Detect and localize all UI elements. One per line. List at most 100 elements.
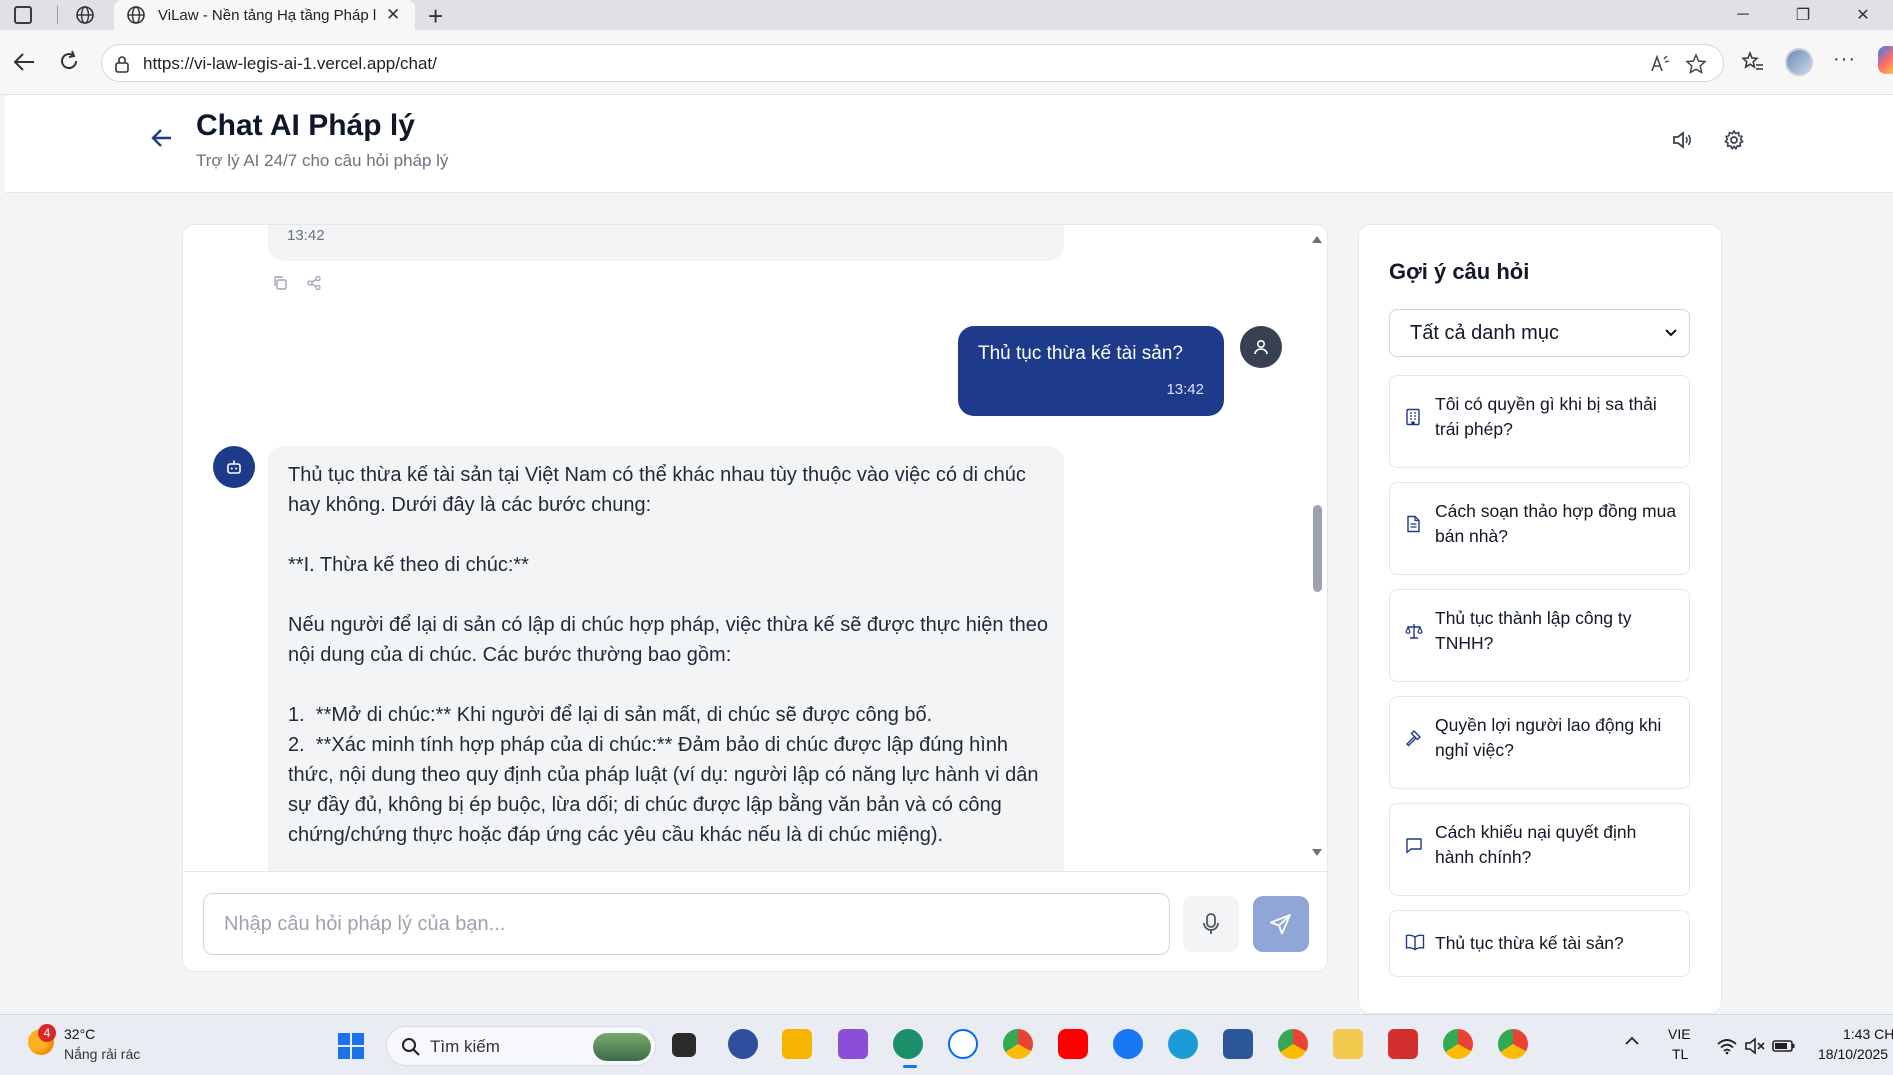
tab-favicon-globe-icon	[127, 6, 145, 24]
scrollbar-thumb[interactable]	[1313, 505, 1322, 592]
suggestion-item[interactable]: Cách khiếu nại quyết định hành chính?	[1389, 803, 1690, 896]
share-icon[interactable]	[306, 275, 322, 291]
workspaces-globe-icon[interactable]	[75, 5, 95, 25]
tab-actions-icon[interactable]	[14, 6, 32, 24]
suggestion-item[interactable]: Thủ tục thừa kế tài sản?	[1389, 910, 1690, 977]
search-label: Tìm kiếm	[430, 1037, 500, 1056]
wifi-icon[interactable]	[1716, 1037, 1738, 1055]
suggestion-text: Quyền lợi người lao động khi nghỉ việc?	[1435, 715, 1662, 760]
facebook-icon[interactable]	[1113, 1029, 1143, 1059]
copilot-icon[interactable]	[1878, 46, 1893, 74]
message-icon	[1406, 838, 1422, 854]
speaker-icon[interactable]	[1671, 130, 1693, 150]
zalo-app-icon[interactable]	[948, 1029, 978, 1059]
new-tab-icon[interactable]: +	[428, 1, 443, 32]
read-aloud-icon[interactable]	[1649, 53, 1671, 75]
back-arrow-icon[interactable]	[151, 128, 173, 148]
bot-avatar	[213, 446, 255, 488]
chat-input[interactable]	[203, 893, 1170, 955]
suggestion-item[interactable]: Tôi có quyền gì khi bị sa thải trái phép…	[1389, 375, 1690, 468]
clock-date[interactable]: 18/10/2025	[1818, 1046, 1888, 1062]
more-menu-icon[interactable]: ···	[1833, 48, 1856, 71]
suggestion-item[interactable]: Thủ tục thành lập công ty TNHH?	[1389, 589, 1690, 682]
taskbar-search[interactable]: Tìm kiếm	[386, 1026, 656, 1066]
send-button[interactable]	[1253, 896, 1309, 952]
lock-icon[interactable]	[114, 55, 130, 73]
telegram-app-icon[interactable]	[728, 1029, 758, 1059]
active-browser-tab[interactable]: ViLaw - Nền tảng Hạ tầng Pháp lý ✕	[114, 0, 415, 30]
search-icon	[402, 1038, 420, 1056]
file-explorer-icon[interactable]	[782, 1029, 812, 1059]
close-window-icon[interactable]: ✕	[1833, 0, 1893, 30]
clock-time[interactable]: 1:43 CH	[1843, 1026, 1893, 1042]
mic-icon	[1203, 913, 1219, 934]
settings-gear-icon[interactable]	[1723, 129, 1745, 151]
message-list[interactable]: 13:42 Thủ tục thừa kế tài sản? 13:42 Thủ…	[183, 225, 1327, 871]
chrome-profile-icon[interactable]	[1278, 1029, 1308, 1059]
suggestion-item[interactable]: Cách soạn thảo hợp đồng mua bán nhà?	[1389, 482, 1690, 575]
user-message-text: Thủ tục thừa kế tài sản?	[978, 343, 1183, 364]
suggestion-text: Cách khiếu nại quyết định hành chính?	[1435, 822, 1637, 867]
scroll-down-icon[interactable]	[1311, 848, 1323, 858]
browser-tab-strip: ViLaw - Nền tảng Hạ tầng Pháp lý ✕ + ─ ❐…	[0, 0, 1893, 32]
building-icon	[1406, 408, 1420, 426]
message-time: 13:42	[287, 227, 325, 244]
tab-divider	[57, 6, 58, 24]
user-message-time: 13:42	[1166, 381, 1204, 398]
chrome-profile3-icon[interactable]	[1498, 1029, 1528, 1059]
file-manager-icon[interactable]	[1333, 1029, 1363, 1059]
tray-chevron-up-icon[interactable]	[1624, 1035, 1640, 1047]
book-icon	[1405, 934, 1425, 951]
minimize-icon[interactable]: ─	[1713, 0, 1773, 30]
docker-icon[interactable]	[1168, 1029, 1198, 1059]
user-message-bubble: Thủ tục thừa kế tài sản? 13:42	[958, 326, 1224, 416]
mic-button[interactable]	[1183, 896, 1239, 952]
weather-badge: 4	[38, 1024, 56, 1042]
tab-close-icon[interactable]: ✕	[386, 5, 400, 25]
active-app-indicator	[903, 1065, 917, 1068]
chat-input-area	[183, 871, 1327, 971]
url-text: https://vi-law-legis-ai-1.vercel.app/cha…	[143, 54, 437, 73]
suggestion-text: Cách soạn thảo hợp đồng mua bán nhà?	[1435, 501, 1677, 546]
document-icon	[1407, 515, 1420, 533]
visual-studio-icon[interactable]	[838, 1029, 868, 1059]
weather-temperature[interactable]: 32°C	[64, 1026, 95, 1042]
search-highlight-image	[593, 1033, 651, 1061]
youtube-icon[interactable]	[1058, 1029, 1088, 1059]
start-windows-icon[interactable]	[338, 1033, 364, 1059]
bot-icon	[227, 460, 241, 474]
favorite-star-icon[interactable]	[1685, 53, 1707, 75]
chrome-profile2-icon[interactable]	[1443, 1029, 1473, 1059]
battery-icon[interactable]	[1772, 1038, 1796, 1054]
copy-icon[interactable]	[272, 275, 288, 291]
suggestion-text: Thủ tục thừa kế tài sản?	[1435, 933, 1624, 953]
page-title: Chat AI Pháp lý	[196, 109, 415, 142]
browser-back-icon[interactable]	[12, 51, 36, 73]
message-scrollbar[interactable]	[1309, 225, 1325, 871]
category-select[interactable]: Tất cả danh mục	[1389, 309, 1690, 357]
favorites-list-icon[interactable]	[1741, 51, 1765, 73]
restore-icon[interactable]: ❐	[1773, 0, 1833, 30]
profile-avatar[interactable]	[1785, 48, 1813, 76]
volume-muted-icon[interactable]	[1744, 1037, 1766, 1055]
weather-description[interactable]: Nắng rải rác	[64, 1046, 140, 1062]
terminal-app-icon[interactable]	[672, 1033, 696, 1057]
suggestion-text: Tôi có quyền gì khi bị sa thải trái phép…	[1435, 394, 1657, 439]
bot-message-text: Thủ tục thừa kế tài sản tại Việt Nam có …	[288, 464, 1048, 846]
previous-bot-bubble: 13:42	[268, 225, 1064, 261]
url-field[interactable]: https://vi-law-legis-ai-1.vercel.app/cha…	[101, 44, 1724, 82]
edge-browser-icon[interactable]	[893, 1029, 923, 1059]
window-controls: ─ ❐ ✕	[1713, 0, 1893, 30]
suggestion-item[interactable]: Quyền lợi người lao động khi nghỉ việc?	[1389, 696, 1690, 789]
suggestion-text: Thủ tục thành lập công ty TNHH?	[1435, 608, 1632, 653]
gavel-icon	[1406, 730, 1421, 747]
reload-icon[interactable]	[58, 50, 80, 72]
scroll-up-icon[interactable]	[1311, 234, 1323, 244]
send-icon	[1270, 914, 1291, 935]
input-method[interactable]: TL	[1672, 1046, 1688, 1062]
word-icon[interactable]	[1223, 1029, 1253, 1059]
input-language[interactable]: VIE	[1668, 1026, 1691, 1042]
user-icon	[1254, 339, 1268, 355]
chrome-icon[interactable]	[1003, 1029, 1033, 1059]
wps-office-icon[interactable]	[1388, 1029, 1418, 1059]
